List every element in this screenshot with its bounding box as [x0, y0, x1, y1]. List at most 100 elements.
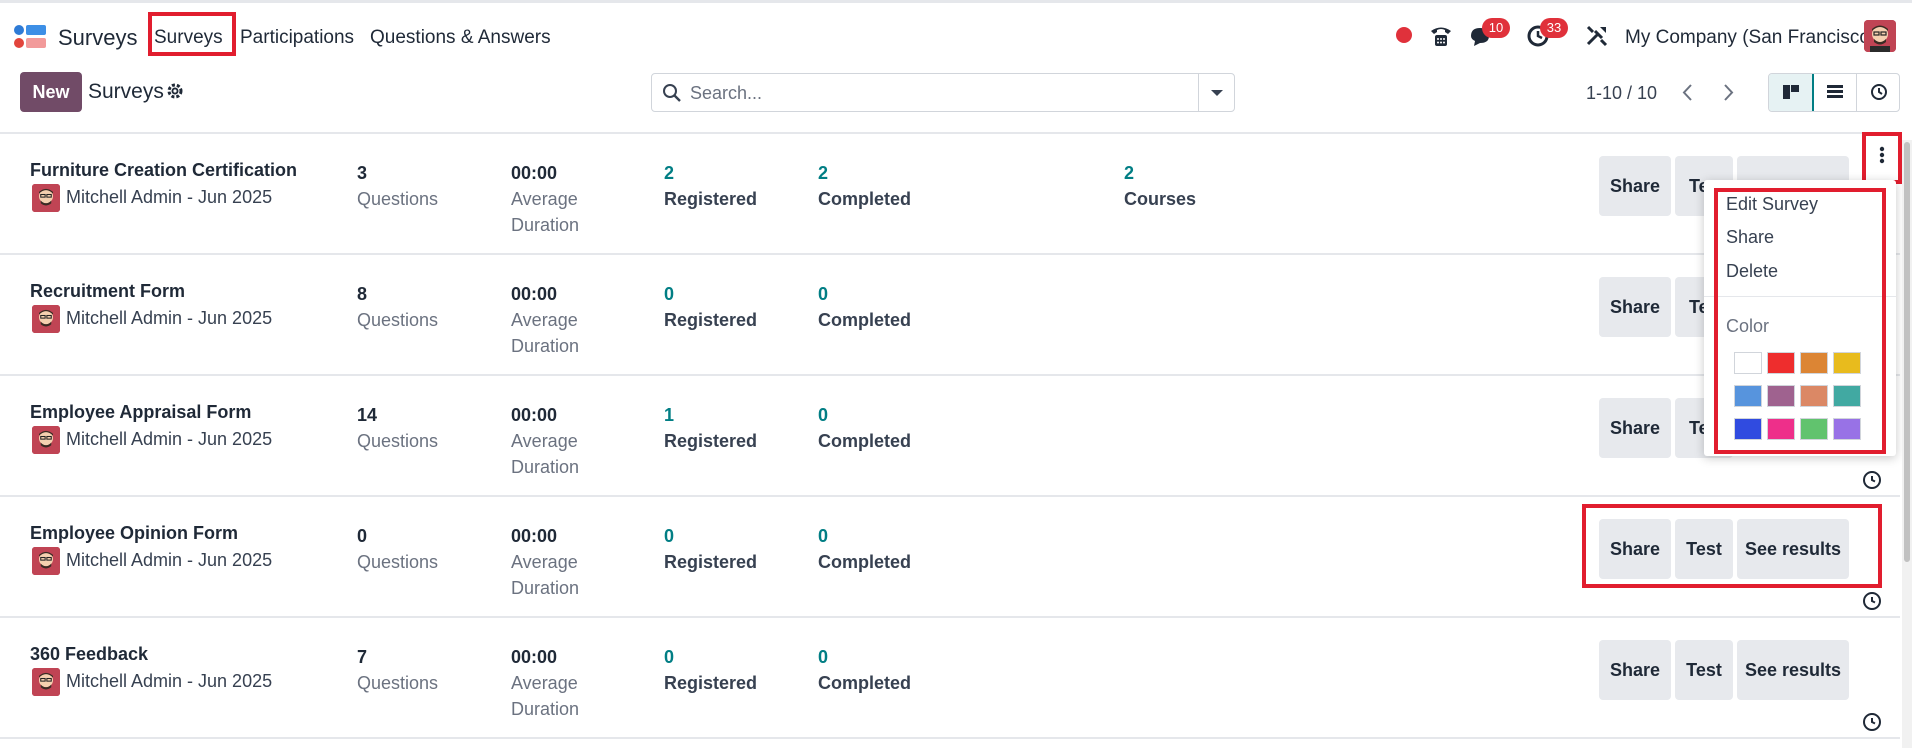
pager-previous-button[interactable] [1668, 73, 1708, 112]
color-swatch[interactable] [1767, 418, 1795, 440]
color-label: Color [1726, 316, 1770, 336]
list-item[interactable]: Recruitment Form Mitchell Admin - Jun 20… [0, 253, 1900, 374]
survey-owner: Mitchell Admin - Jun 2025 [66, 308, 273, 328]
questions-stat: 8 Questions [357, 284, 439, 330]
registered-stat[interactable]: 0 Registered [664, 644, 757, 696]
user-avatar[interactable] [1864, 20, 1896, 52]
debug-tools-icon[interactable] [1584, 23, 1610, 49]
survey-owner: Mitchell Admin - Jun 2025 [66, 187, 273, 207]
surveys-app-icon[interactable] [14, 23, 46, 51]
scrollbar[interactable] [1902, 140, 1912, 748]
survey-title[interactable]: 360 Feedback [30, 644, 148, 665]
company-switcher[interactable]: My Company (San Francisco) [1625, 27, 1876, 49]
pager-value[interactable]: 1-10 / 10 [1586, 83, 1657, 104]
menu-surveys[interactable]: Surveys [154, 27, 223, 49]
activity-view-button[interactable] [1857, 74, 1899, 111]
app-name[interactable]: Surveys [58, 25, 137, 51]
share-button[interactable]: Share [1599, 398, 1671, 458]
registered-stat[interactable]: 1 Registered [664, 402, 757, 454]
completed-stat[interactable]: 2 Completed [818, 160, 911, 212]
avatar [32, 426, 60, 454]
menu-participations[interactable]: Participations [240, 27, 354, 49]
phone-icon[interactable] [1428, 23, 1454, 49]
kanban-view-button[interactable] [1769, 74, 1814, 111]
color-swatch[interactable] [1734, 352, 1762, 374]
share-button[interactable]: Share [1599, 519, 1671, 579]
completed-stat[interactable]: 0 Completed [818, 523, 911, 575]
color-swatch[interactable] [1833, 418, 1861, 440]
activity-clock-icon[interactable] [1862, 591, 1882, 611]
gear-icon[interactable] [166, 82, 184, 100]
view-switcher [1768, 73, 1900, 112]
questions-stat: 7 Questions [357, 647, 439, 693]
activity-clock-icon[interactable] [1862, 470, 1882, 490]
share-button[interactable]: Share [1599, 640, 1671, 700]
color-swatch[interactable] [1767, 385, 1795, 407]
survey-owner: Mitchell Admin - Jun 2025 [66, 550, 273, 570]
list-icon [1827, 85, 1843, 98]
color-swatch[interactable] [1734, 418, 1762, 440]
completed-stat[interactable]: 0 Completed [818, 402, 911, 454]
survey-title[interactable]: Recruitment Form [30, 281, 185, 302]
test-button[interactable]: Test [1675, 640, 1733, 700]
duration-stat: 00:00 Average Duration [511, 163, 580, 235]
color-swatch[interactable] [1833, 385, 1861, 407]
duration-stat: 00:00 Average Duration [511, 284, 580, 356]
top-navbar: Surveys Surveys Participations Questions… [0, 0, 1912, 66]
delete-menu-item[interactable]: Delete [1726, 261, 1778, 282]
courses-stat[interactable]: 2 Courses [1124, 160, 1196, 212]
record-options-button[interactable] [1868, 136, 1896, 174]
see-results-button[interactable]: See results [1737, 519, 1849, 579]
color-swatch[interactable] [1734, 385, 1762, 407]
color-swatch[interactable] [1800, 418, 1828, 440]
registered-stat[interactable]: 2 Registered [664, 160, 757, 212]
test-button[interactable]: Test [1675, 519, 1733, 579]
pager-next-button[interactable] [1708, 73, 1748, 112]
new-button[interactable]: New [20, 72, 82, 112]
list-item[interactable]: Employee Opinion Form Mitchell Admin - J… [0, 495, 1900, 616]
survey-owner: Mitchell Admin - Jun 2025 [66, 429, 273, 449]
survey-title[interactable]: Employee Appraisal Form [30, 402, 251, 423]
registered-stat[interactable]: 0 Registered [664, 281, 757, 333]
share-button[interactable]: Share [1599, 156, 1671, 216]
share-button[interactable]: Share [1599, 277, 1671, 337]
survey-title[interactable]: Employee Opinion Form [30, 523, 238, 544]
record-dropdown-menu: Edit Survey Share Delete Color [1704, 180, 1896, 456]
duration-stat: 00:00 Average Duration [511, 647, 580, 719]
kanban-icon [1783, 85, 1799, 99]
vertical-ellipsis-icon [1879, 146, 1885, 164]
caret-down-icon [1211, 90, 1223, 96]
search-options-toggle[interactable] [1198, 74, 1234, 111]
divider [1704, 296, 1896, 297]
list-item[interactable]: 360 Feedback Mitchell Admin - Jun 2025 7… [0, 616, 1900, 739]
color-swatch[interactable] [1800, 385, 1828, 407]
activity-clock-icon[interactable] [1862, 712, 1882, 732]
menu-questions-answers[interactable]: Questions & Answers [370, 27, 551, 49]
list-view-button[interactable] [1813, 74, 1857, 111]
questions-stat: 3 Questions [357, 163, 439, 209]
list-item[interactable]: Employee Appraisal Form Mitchell Admin -… [0, 374, 1900, 495]
duration-stat: 00:00 Average Duration [511, 405, 580, 477]
avatar [32, 184, 60, 212]
recording-indicator[interactable] [1396, 27, 1412, 43]
scrollbar-thumb[interactable] [1904, 142, 1910, 562]
share-menu-item[interactable]: Share [1726, 227, 1774, 248]
questions-stat: 0 Questions [357, 526, 439, 572]
edit-survey-menu-item[interactable]: Edit Survey [1726, 194, 1818, 215]
completed-stat[interactable]: 0 Completed [818, 644, 911, 696]
registered-stat[interactable]: 0 Registered [664, 523, 757, 575]
color-swatch[interactable] [1833, 352, 1861, 374]
page-title: Surveys [88, 80, 164, 103]
list-item[interactable]: Furniture Creation Certification Mitchel… [0, 132, 1900, 253]
search-input[interactable] [690, 82, 1160, 104]
color-swatch[interactable] [1800, 352, 1828, 374]
see-results-button[interactable]: See results [1737, 640, 1849, 700]
survey-owner: Mitchell Admin - Jun 2025 [66, 671, 273, 691]
survey-title[interactable]: Furniture Creation Certification [30, 160, 297, 181]
color-swatch[interactable] [1767, 352, 1795, 374]
search-icon [663, 84, 681, 102]
messages-badge: 10 [1482, 18, 1510, 38]
avatar [32, 547, 60, 575]
completed-stat[interactable]: 0 Completed [818, 281, 911, 333]
avatar [32, 668, 60, 696]
